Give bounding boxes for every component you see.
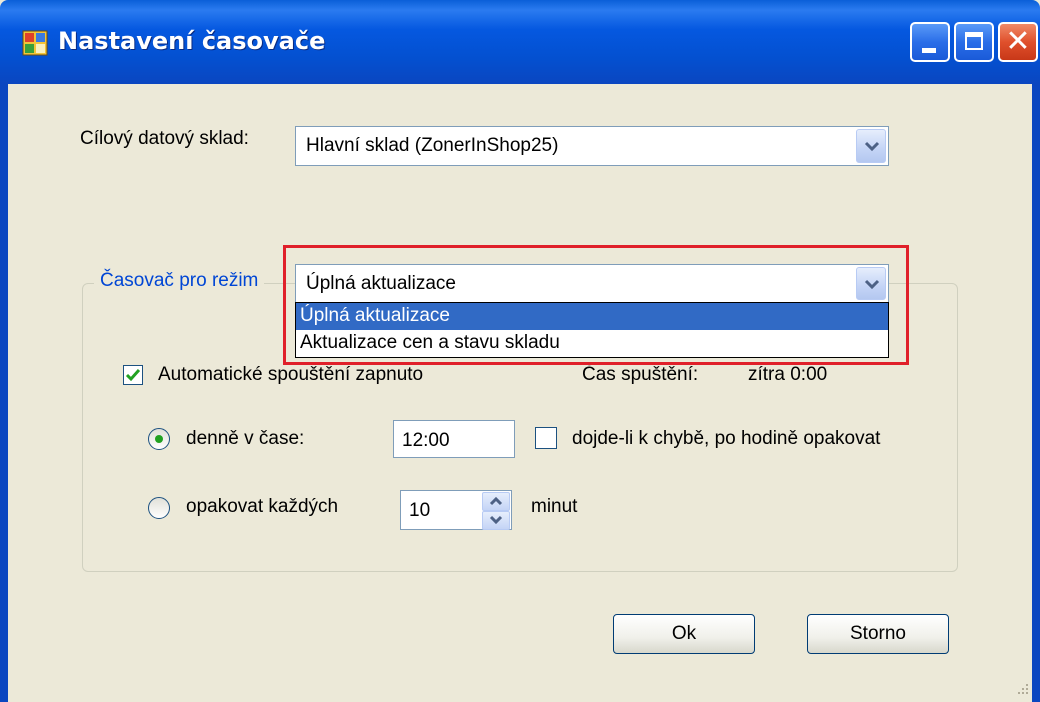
minimize-icon bbox=[922, 48, 936, 53]
spin-up-button[interactable] bbox=[482, 492, 510, 511]
checkmark-icon bbox=[125, 369, 141, 382]
retry-checkbox[interactable] bbox=[535, 427, 557, 449]
cancel-button[interactable]: Storno bbox=[807, 614, 949, 654]
radio-selected-dot bbox=[155, 435, 163, 443]
window-frame-left bbox=[0, 84, 8, 702]
spin-down-button[interactable] bbox=[482, 511, 510, 530]
retry-label: dojde-li k chybě, po hodině opakovat bbox=[572, 428, 881, 449]
start-time-label: Čas spuštění: bbox=[582, 364, 699, 385]
target-warehouse-combo[interactable]: Hlavní sklad (ZonerInShop25) bbox=[295, 126, 889, 166]
auto-start-label: Automatické spouštění zapnuto bbox=[158, 364, 424, 385]
daily-label: denně v čase: bbox=[186, 428, 305, 449]
window-frame-right bbox=[1032, 84, 1040, 702]
chevron-down-icon bbox=[864, 141, 880, 152]
repeat-label: opakovat každých bbox=[186, 496, 339, 517]
daily-time-value: 12:00 bbox=[402, 430, 450, 451]
close-icon: ✕ bbox=[1005, 24, 1031, 59]
chevron-up-icon bbox=[489, 496, 503, 506]
resize-grip-icon[interactable] bbox=[1016, 682, 1030, 696]
start-time-value: zítra 0:00 bbox=[748, 364, 828, 385]
repeat-minutes-stepper[interactable]: 10 bbox=[400, 490, 512, 530]
ok-button[interactable]: Ok bbox=[613, 614, 755, 654]
app-icon bbox=[22, 30, 48, 56]
chevron-down-icon bbox=[489, 515, 503, 525]
target-warehouse-value: Hlavní sklad (ZonerInShop25) bbox=[306, 135, 559, 156]
maximize-icon bbox=[965, 32, 983, 50]
close-button[interactable]: ✕ bbox=[998, 22, 1038, 62]
timer-mode-group-title: Časovač pro režim bbox=[94, 270, 265, 292]
repeat-unit-label: minut bbox=[531, 496, 578, 517]
title-bar[interactable]: Nastavení časovače ✕ bbox=[0, 0, 1040, 84]
window-title: Nastavení časovače bbox=[58, 27, 326, 55]
timer-settings-window: Nastavení časovače ✕ Cílový datový sklad… bbox=[0, 0, 1040, 702]
auto-start-checkbox[interactable] bbox=[123, 365, 143, 385]
maximize-button[interactable] bbox=[954, 22, 994, 62]
daily-radio[interactable] bbox=[148, 428, 170, 450]
spin-buttons[interactable] bbox=[482, 492, 510, 530]
target-warehouse-label: Cílový datový sklad: bbox=[80, 128, 249, 149]
highlight-box bbox=[283, 245, 909, 365]
repeat-minutes-value: 10 bbox=[409, 500, 431, 521]
daily-time-input[interactable]: 12:00 bbox=[393, 420, 515, 458]
repeat-radio[interactable] bbox=[148, 497, 170, 519]
minimize-button[interactable] bbox=[910, 22, 950, 62]
target-dropdown-button[interactable] bbox=[856, 129, 886, 163]
